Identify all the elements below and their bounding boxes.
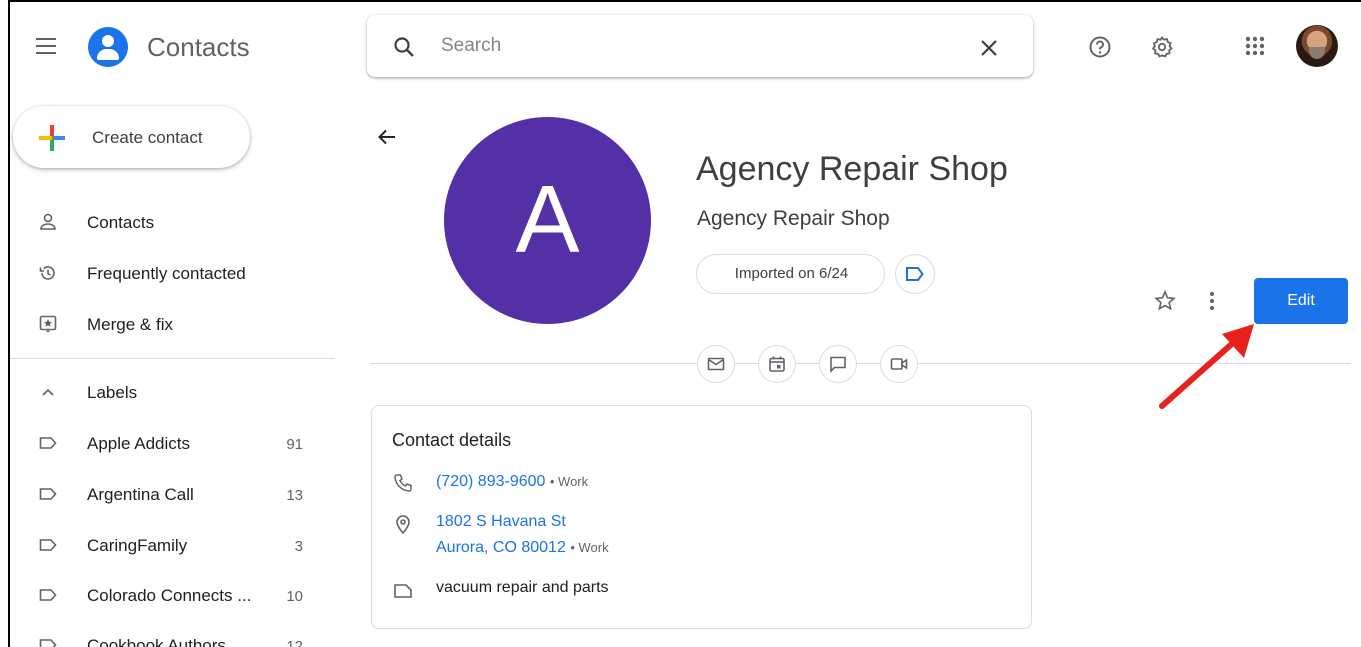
- label-count: 3: [294, 538, 303, 555]
- label-name: Cookbook Authors: [87, 636, 226, 647]
- sidebar-item-contacts[interactable]: Contacts: [10, 201, 340, 245]
- schedule-action-button[interactable]: [758, 345, 796, 383]
- location-icon: [396, 515, 410, 535]
- main-menu-icon[interactable]: [36, 38, 56, 54]
- note-text: vacuum repair and parts: [436, 579, 609, 596]
- contact-company: Agency Repair Shop: [697, 207, 890, 230]
- contact-avatar-letter: A: [515, 166, 580, 273]
- label-icon: [39, 539, 57, 551]
- label-count: 12: [286, 638, 303, 647]
- search-bar: [367, 15, 1033, 77]
- chat-icon: [830, 356, 846, 373]
- back-arrow-icon[interactable]: [376, 126, 398, 148]
- sidebar-item-label: Contacts: [87, 213, 155, 232]
- history-icon: [39, 266, 55, 280]
- sidebar-item-label-apple-addicts[interactable]: Apple Addicts 91: [10, 422, 340, 466]
- app-title: Contacts: [147, 32, 250, 62]
- phone-link[interactable]: (720) 893-9600: [436, 473, 545, 490]
- sidebar-item-label: Merge & fix: [87, 315, 173, 334]
- calendar-icon: [769, 356, 785, 372]
- manage-labels-button[interactable]: [895, 254, 935, 294]
- address-line1[interactable]: 1802 S Havana St: [436, 513, 566, 531]
- create-contact-button[interactable]: Create contact: [13, 106, 250, 168]
- label-icon: [39, 437, 57, 449]
- note-icon: [394, 584, 412, 598]
- sidebar-item-label: Frequently contacted: [87, 264, 246, 283]
- phone-icon: [394, 474, 412, 492]
- label-name: CaringFamily: [87, 536, 188, 555]
- label-name: Colorado Connects ...: [87, 586, 252, 605]
- sidebar-item-frequently-contacted[interactable]: Frequently contacted: [10, 252, 340, 296]
- sidebar-divider: [10, 358, 335, 359]
- create-contact-label: Create contact: [92, 128, 203, 147]
- sidebar-item-label-colorado-connects[interactable]: Colorado Connects ... 10: [10, 574, 340, 618]
- settings-icon[interactable]: [1150, 35, 1174, 59]
- clear-search-icon[interactable]: [978, 37, 1000, 59]
- more-options-icon[interactable]: [1202, 289, 1222, 313]
- label-count: 13: [286, 487, 303, 504]
- apps-grid-icon[interactable]: [1243, 34, 1267, 58]
- imported-chip-label: Imported on 6/24: [734, 265, 849, 282]
- person-icon: [40, 213, 56, 230]
- contacts-logo-icon: [88, 27, 128, 67]
- label-name: Argentina Call: [87, 485, 194, 504]
- contact-name: Agency Repair Shop: [696, 150, 1008, 188]
- address-type: • Work: [570, 540, 609, 555]
- chat-action-button[interactable]: [819, 345, 857, 383]
- contact-details-card: Contact details (720) 893-9600 • Work 18…: [371, 405, 1032, 629]
- label-icon: [906, 267, 924, 281]
- contact-details-title: Contact details: [392, 430, 512, 450]
- star-icon[interactable]: [1153, 289, 1177, 313]
- label-count: 10: [286, 588, 303, 605]
- merge-icon: [39, 315, 57, 332]
- sidebar-item-merge-fix[interactable]: Merge & fix: [10, 303, 340, 347]
- labels-section-toggle[interactable]: Labels: [10, 371, 340, 415]
- contacts-window: Contacts Create contact Contacts Frequen…: [8, 0, 1361, 647]
- phone-row: (720) 893-9600 • Work: [436, 473, 588, 491]
- imported-chip[interactable]: Imported on 6/24: [696, 254, 885, 294]
- label-icon: [39, 589, 57, 601]
- email-icon: [707, 357, 725, 371]
- label-icon: [39, 488, 57, 500]
- label-count: 91: [286, 436, 303, 453]
- label-name: Apple Addicts: [87, 434, 191, 453]
- plus-icon: [39, 125, 65, 151]
- chevron-up-icon: [42, 388, 54, 396]
- labels-heading: Labels: [87, 383, 138, 402]
- address-line2-link[interactable]: Aurora, CO 80012: [436, 539, 566, 556]
- account-avatar[interactable]: [1296, 25, 1338, 67]
- email-action-button[interactable]: [697, 345, 735, 383]
- sidebar-item-label-argentina-call[interactable]: Argentina Call 13: [10, 473, 340, 517]
- address-line1-link[interactable]: 1802 S Havana St: [436, 513, 566, 530]
- search-input[interactable]: [441, 31, 941, 61]
- label-icon: [39, 639, 57, 647]
- phone-type: • Work: [549, 474, 589, 489]
- sidebar-item-label-cookbook-authors[interactable]: Cookbook Authors 12: [10, 624, 340, 647]
- contact-avatar: A: [444, 117, 651, 324]
- search-icon[interactable]: [392, 35, 416, 59]
- annotation-arrow-icon: [1159, 324, 1254, 409]
- video-action-button[interactable]: [880, 345, 918, 383]
- video-icon: [890, 358, 908, 370]
- sidebar-item-label-caringfamily[interactable]: CaringFamily 3: [10, 524, 340, 568]
- help-icon[interactable]: [1088, 35, 1112, 59]
- address-line2-row: Aurora, CO 80012 • Work: [436, 539, 609, 557]
